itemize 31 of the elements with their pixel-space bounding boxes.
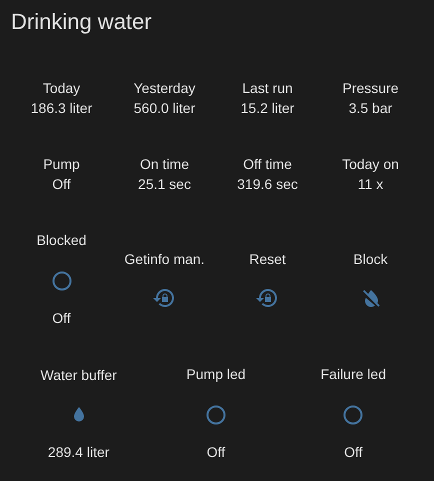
entity-label: Blocked — [36, 231, 86, 250]
entity-label: Water buffer — [40, 366, 117, 384]
entity-label: Reset — [249, 250, 286, 268]
state-value: Off — [52, 309, 71, 328]
entity-value: 15.2 liter — [240, 99, 294, 118]
entity-value: 11 x — [358, 175, 384, 194]
circle-icon — [204, 403, 228, 427]
entity-label: Last run — [242, 79, 293, 98]
entity-label: Pressure — [342, 79, 399, 98]
entity-value: 560.0 liter — [134, 99, 196, 118]
entity-label: Today — [42, 79, 80, 98]
entity-label: Pump led — [186, 365, 246, 384]
entity-value: 319.6 sec — [237, 175, 298, 194]
entity-label: Off time — [243, 155, 292, 174]
entity-value: 25.1 sec — [138, 175, 191, 194]
entity-label: Getinfo man. — [124, 250, 205, 268]
entity-value: Off — [52, 175, 71, 194]
entity-value: 289.4 liter — [48, 442, 110, 462]
state-value: Off — [344, 443, 363, 462]
circle-icon — [50, 269, 74, 293]
card-title: Drinking water — [11, 8, 153, 36]
entity-value: 3.5 bar — [348, 99, 392, 118]
entity-label: Block — [353, 250, 388, 268]
state-value: Off — [206, 443, 226, 462]
entity-label: Today on — [342, 155, 399, 174]
entity-label: Failure led — [320, 365, 386, 384]
entity-label: On time — [140, 155, 189, 174]
circle-icon — [341, 403, 366, 427]
entity-label: Yesterday — [134, 79, 196, 98]
entity-label: Pump — [43, 155, 80, 174]
entity-value: 186.3 liter — [30, 99, 92, 118]
